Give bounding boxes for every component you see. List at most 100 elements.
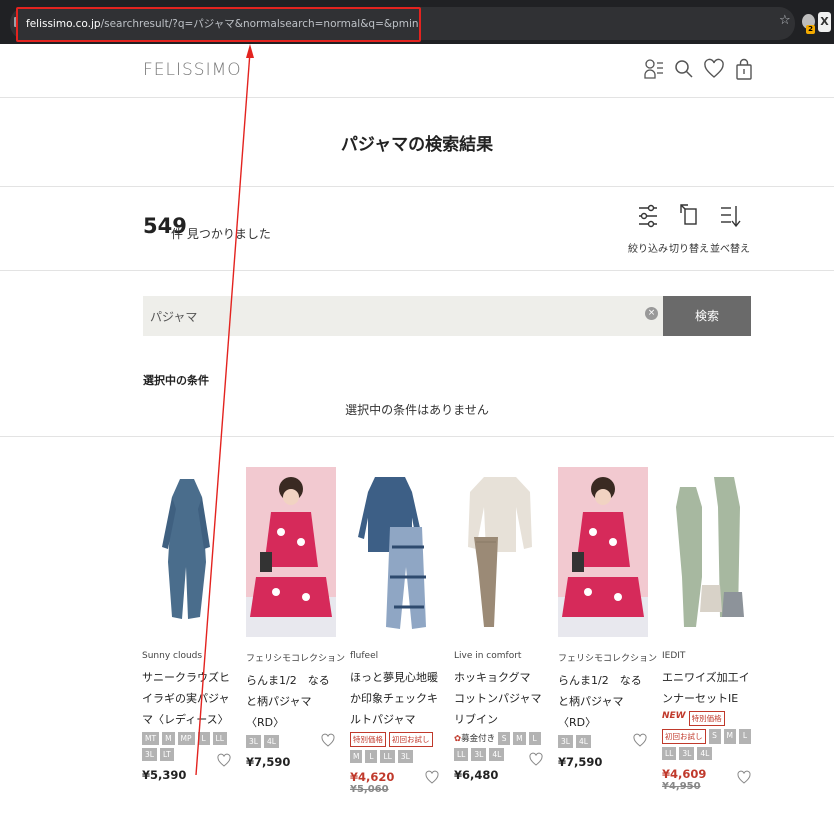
product-name[interactable]: サニークラウズヒイラギの実パジャマ〈レディース〉 <box>142 667 234 730</box>
size-tag: 3L <box>397 750 413 763</box>
product-image[interactable] <box>142 467 232 637</box>
product-name[interactable]: ほっと夢見心地暖か印象チェックキルトパジャマ <box>350 667 442 730</box>
size-tag: L <box>197 732 210 745</box>
trial-badge: 初回お試し <box>662 729 706 744</box>
site-logo[interactable]: FELISSIMO <box>143 60 242 80</box>
special-price-badge: 特別価格 <box>688 711 725 726</box>
product-price: ¥6,480 <box>454 768 499 782</box>
size-tag: LL <box>662 747 677 760</box>
product-image[interactable] <box>662 467 752 637</box>
size-tag: 4L <box>263 735 279 748</box>
size-tag: L <box>528 732 541 745</box>
favorite-heart-icon[interactable] <box>704 58 724 80</box>
favorite-heart-icon[interactable] <box>529 752 543 766</box>
url-highlight-box[interactable]: felissimo.co.jp/searchresult/?q=パジャマ&nor… <box>16 7 421 42</box>
size-tag: 4L <box>489 748 505 761</box>
search-input[interactable] <box>143 296 633 336</box>
product-brand: フェリシモコレクション <box>246 654 346 664</box>
product-card[interactable]: IEDIT エニワイズ加工インナーセットIE NEW 特別価格 初回お試し S … <box>662 467 754 792</box>
size-tag: M <box>162 732 175 745</box>
bookmark-star-icon[interactable]: ☆ <box>779 13 791 28</box>
size-tag: S <box>708 729 721 744</box>
favorite-heart-icon[interactable] <box>321 733 335 747</box>
toggle-view-button[interactable]: 切り替え <box>669 203 709 255</box>
toggle-view-icon <box>680 204 697 225</box>
size-tag: 3L <box>246 735 261 748</box>
size-tags: NEW 特別価格 初回お試し S M L LL 3L 4L <box>662 711 754 760</box>
product-image[interactable] <box>454 467 544 637</box>
size-tag: LL <box>454 748 469 761</box>
size-tag: LL <box>212 732 227 745</box>
size-tag: L <box>738 729 751 744</box>
donation-badge: ✿募金付き <box>454 732 495 745</box>
sort-button[interactable]: 並べ替え <box>710 203 750 255</box>
product-card[interactable]: フェリシモコレクション らんま1/2 なると柄パジャマ〈RD〉 3L 4L ¥7… <box>246 467 346 769</box>
favorite-heart-icon[interactable] <box>737 770 751 784</box>
extension-x-icon[interactable]: X <box>818 12 831 32</box>
size-tag: 3L <box>142 748 157 761</box>
product-name[interactable]: エニワイズ加工インナーセットIE <box>662 667 754 709</box>
product-brand: IEDIT <box>662 651 686 661</box>
favorite-heart-icon[interactable] <box>217 753 231 767</box>
divider <box>0 270 834 271</box>
clear-search-icon[interactable]: × <box>645 307 658 320</box>
product-brand: Sunny clouds <box>142 651 203 661</box>
url-path: /searchresult/?q=パジャマ&normalsearch=norma… <box>100 18 419 30</box>
size-tag: MT <box>142 732 160 745</box>
size-tag: M <box>723 729 736 744</box>
product-brand: Live in comfort <box>454 651 522 661</box>
size-tag: 3L <box>679 747 695 760</box>
size-tag: L <box>365 750 378 763</box>
product-card[interactable]: flufeel ほっと夢見心地暖か印象チェックキルトパジャマ 特別価格 初回お試… <box>350 467 442 795</box>
product-card[interactable]: Live in comfort ホッキョクグマ コットンパジャマリブイン ✿募金… <box>454 467 546 782</box>
size-tag: M <box>350 750 363 763</box>
product-image[interactable] <box>246 467 336 637</box>
product-name[interactable]: ホッキョクグマ コットンパジャマリブイン <box>454 667 546 730</box>
size-tag: 4L <box>697 747 713 760</box>
account-icon[interactable] <box>644 58 664 80</box>
cart-bag-icon[interactable] <box>734 58 754 80</box>
product-brand: flufeel <box>350 651 379 661</box>
filter-sliders-icon <box>639 204 657 228</box>
divider <box>0 97 834 98</box>
special-price-badge: 特別価格 <box>350 732 386 747</box>
conditions-heading: 選択中の条件 <box>143 374 209 387</box>
page-title: パジャマの検索結果 <box>340 135 494 155</box>
trial-badge: 初回お試し <box>389 732 433 747</box>
divider <box>0 436 834 437</box>
search-icon[interactable] <box>674 58 694 80</box>
product-price: ¥7,590 <box>246 755 291 769</box>
size-tag: S <box>498 732 511 745</box>
conditions-empty: 選択中の条件はありません <box>345 403 489 417</box>
sort-label: 並べ替え <box>710 244 750 255</box>
browser-toolbar: felissimo.co.jp/searchresult/?q=パジャマ&nor… <box>0 0 834 44</box>
size-tag: 3L <box>471 748 487 761</box>
search-box <box>143 296 663 336</box>
favorite-heart-icon[interactable] <box>425 770 439 784</box>
size-tag: 4L <box>575 735 591 748</box>
size-tags: 特別価格 初回お試し M L LL 3L <box>350 732 442 763</box>
size-tag: 3L <box>558 735 573 748</box>
size-tag: LT <box>159 748 174 761</box>
favorite-heart-icon[interactable] <box>633 733 647 747</box>
size-tag: LL <box>380 750 395 763</box>
search-button[interactable]: 検索 <box>663 296 751 336</box>
new-badge: NEW <box>662 711 686 721</box>
result-count-suffix: 件 見つかりました <box>171 227 271 241</box>
url-host: felissimo.co.jp <box>26 18 101 30</box>
size-tag: M <box>513 732 526 745</box>
product-name[interactable]: らんま1/2 なると柄パジャマ〈RD〉 <box>558 670 650 733</box>
sort-icon <box>721 206 741 228</box>
product-card[interactable]: Sunny clouds サニークラウズヒイラギの実パジャマ〈レディース〉 MT… <box>142 467 234 782</box>
divider <box>0 186 834 187</box>
filter-button[interactable]: 絞り込み <box>628 203 668 255</box>
product-card[interactable]: フェリシモコレクション らんま1/2 なると柄パジャマ〈RD〉 3L 4L ¥7… <box>558 467 657 769</box>
product-name[interactable]: らんま1/2 なると柄パジャマ〈RD〉 <box>246 670 338 733</box>
product-old-price: ¥5,060 <box>350 784 389 795</box>
product-image[interactable] <box>350 467 440 637</box>
product-image[interactable] <box>558 467 648 637</box>
donation-label: 募金付き <box>461 734 496 744</box>
size-tag: MP <box>177 732 195 745</box>
extension-badge: 2 <box>806 25 815 34</box>
product-price: ¥5,390 <box>142 768 187 782</box>
